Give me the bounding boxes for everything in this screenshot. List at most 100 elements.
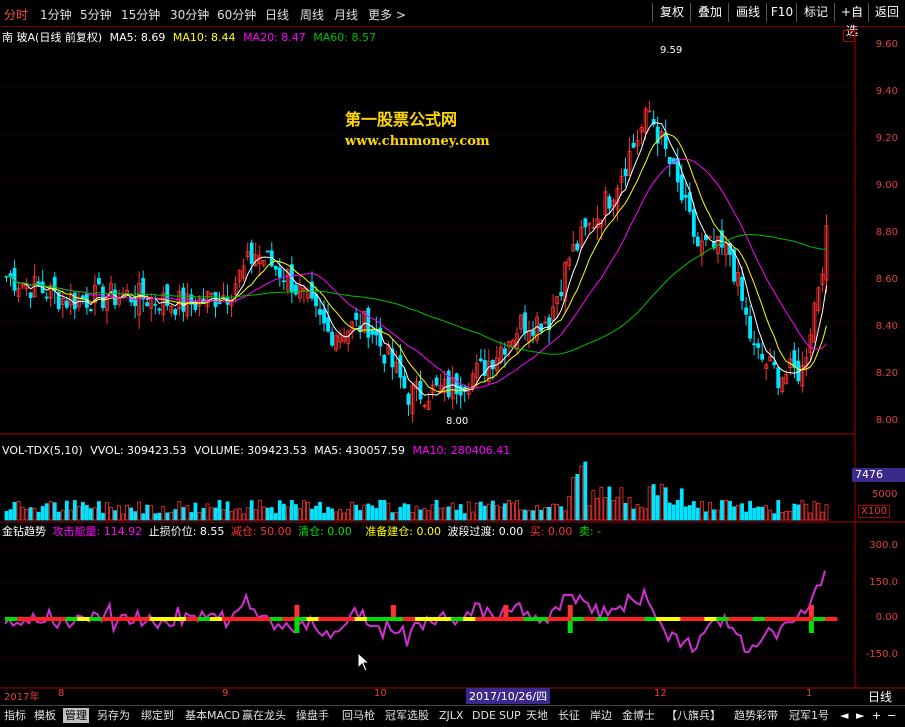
tab-manage[interactable]: 管理 — [63, 708, 89, 723]
volume-bar — [310, 508, 314, 521]
candle-body — [97, 277, 101, 285]
period-tab-60min[interactable]: 60分钟 — [217, 6, 256, 23]
back-button[interactable]: 返回 — [868, 3, 905, 22]
add-tab-icon[interactable]: + — [872, 708, 881, 723]
tab-champion-pick[interactable]: 冠军选股 — [385, 708, 429, 723]
volume-bar — [567, 495, 572, 521]
tab-save-as[interactable]: 另存为 — [97, 708, 130, 723]
minus-tab-icon[interactable]: − — [887, 708, 896, 723]
volume-bar — [169, 512, 174, 521]
trend-band-segment — [619, 617, 633, 621]
trend-band-segment — [173, 617, 187, 621]
volume-bar — [587, 505, 592, 521]
period-tab-30min[interactable]: 30分钟 — [170, 6, 209, 23]
tab-indicator[interactable]: 指标 — [4, 708, 26, 723]
add-watchlist-button[interactable]: +自选 — [834, 3, 869, 38]
volume-bar — [20, 506, 25, 521]
trend-band-segment — [306, 617, 320, 621]
candle-body — [213, 291, 218, 307]
candle-body — [752, 343, 757, 346]
volume-bar — [699, 500, 704, 521]
price-tick: 9.20 — [875, 133, 898, 144]
volume-bar — [165, 512, 170, 521]
period-tab-monthly[interactable]: 月线 — [334, 6, 358, 23]
tab-trend-band[interactable]: 趋势彩带 — [734, 708, 778, 723]
tab-macd[interactable]: 基本MACD — [185, 708, 240, 723]
volume-bar — [426, 510, 431, 521]
trend-band-segment — [29, 617, 42, 621]
volume-bar — [470, 511, 475, 521]
trend-band-segment — [258, 617, 271, 621]
volume-bar — [97, 501, 101, 521]
tab-huimaqiang[interactable]: 回马枪 — [342, 708, 375, 723]
volume-bar — [527, 510, 531, 521]
kline-chart[interactable] — [0, 27, 905, 727]
tab-anbian[interactable]: 岸边 — [590, 708, 612, 723]
adjust-button[interactable]: 复权 — [652, 3, 691, 22]
period-tab-more[interactable]: 更多 > — [368, 6, 406, 23]
candle-body — [145, 302, 150, 307]
period-tab-weekly[interactable]: 周线 — [300, 6, 324, 23]
candle-body — [8, 273, 13, 277]
candle-body — [583, 218, 588, 228]
volume-bar — [603, 497, 608, 521]
candle-body — [366, 308, 371, 338]
f10-button[interactable]: F10 — [766, 3, 797, 22]
tab-banner[interactable]: 【八旗兵】 — [666, 708, 721, 723]
vol-ma5-value: MA5: 430057.59 — [314, 444, 405, 457]
volume-bar — [490, 500, 495, 521]
candle-body — [607, 196, 612, 209]
volume-bar — [780, 511, 785, 521]
period-tab-15min[interactable]: 15分钟 — [121, 6, 160, 23]
volume-bar — [354, 504, 359, 521]
trend-band-segment — [607, 617, 621, 621]
volume-bar — [16, 501, 21, 521]
volume-bar — [555, 504, 560, 521]
volume-bar — [651, 484, 656, 521]
tab-leader[interactable]: 赢在龙头 — [242, 708, 286, 723]
trend-band-segment — [222, 617, 235, 621]
volume-bar — [679, 488, 684, 521]
indicator-title[interactable]: 金钻趋势 — [2, 525, 46, 538]
period-tab-intraday[interactable]: 分时 — [4, 6, 28, 23]
scroll-left-icon[interactable]: ◄ — [840, 708, 848, 723]
period-indicator[interactable]: 日线 — [855, 688, 905, 704]
candle-body — [631, 142, 636, 148]
trend-band-segment — [523, 617, 537, 621]
volume-bar — [695, 507, 700, 521]
volume-bar — [724, 499, 728, 521]
volume-bar — [322, 512, 326, 521]
candle-body — [265, 250, 270, 253]
volume-bar — [591, 490, 596, 521]
mark-button[interactable]: 标记 — [796, 3, 835, 22]
volume-bar — [486, 503, 491, 521]
period-tab-daily[interactable]: 日线 — [265, 6, 289, 23]
tab-dde[interactable]: DDE — [472, 708, 496, 723]
price-tick: 9.60 — [875, 39, 898, 50]
tab-zjlx[interactable]: ZJLX — [439, 708, 463, 723]
tab-template[interactable]: 模板 — [34, 708, 56, 723]
volume-bar — [768, 509, 773, 521]
indicator-tick: -150.0 — [865, 649, 898, 660]
volume-bar — [450, 502, 455, 521]
tab-trader[interactable]: 操盘手 — [296, 708, 329, 723]
tab-bind-to[interactable]: 绑定到 — [141, 708, 174, 723]
tab-tiandi[interactable]: 天地 — [526, 708, 548, 723]
candle-body — [695, 236, 700, 247]
candle-body — [776, 367, 781, 389]
tab-sup[interactable]: SUP — [499, 708, 521, 723]
trend-band-segment — [17, 617, 30, 621]
period-tab-5min[interactable]: 5分钟 — [80, 6, 112, 23]
tab-dr-jin[interactable]: 金博士 — [622, 708, 655, 723]
overlay-button[interactable]: 叠加 — [690, 3, 729, 22]
tab-changzheng[interactable]: 长征 — [558, 708, 580, 723]
volume-bar — [820, 511, 825, 521]
period-tab-1min[interactable]: 1分钟 — [40, 6, 72, 23]
scroll-right-icon[interactable]: ► — [856, 708, 864, 723]
date-month-8: 8 — [58, 688, 65, 699]
tab-champion-1[interactable]: 冠军1号 — [789, 708, 829, 723]
draw-line-button[interactable]: 画线 — [728, 3, 767, 22]
volume-bar — [740, 503, 744, 521]
volume-bar — [330, 508, 334, 521]
trend-band-segment — [559, 617, 573, 621]
